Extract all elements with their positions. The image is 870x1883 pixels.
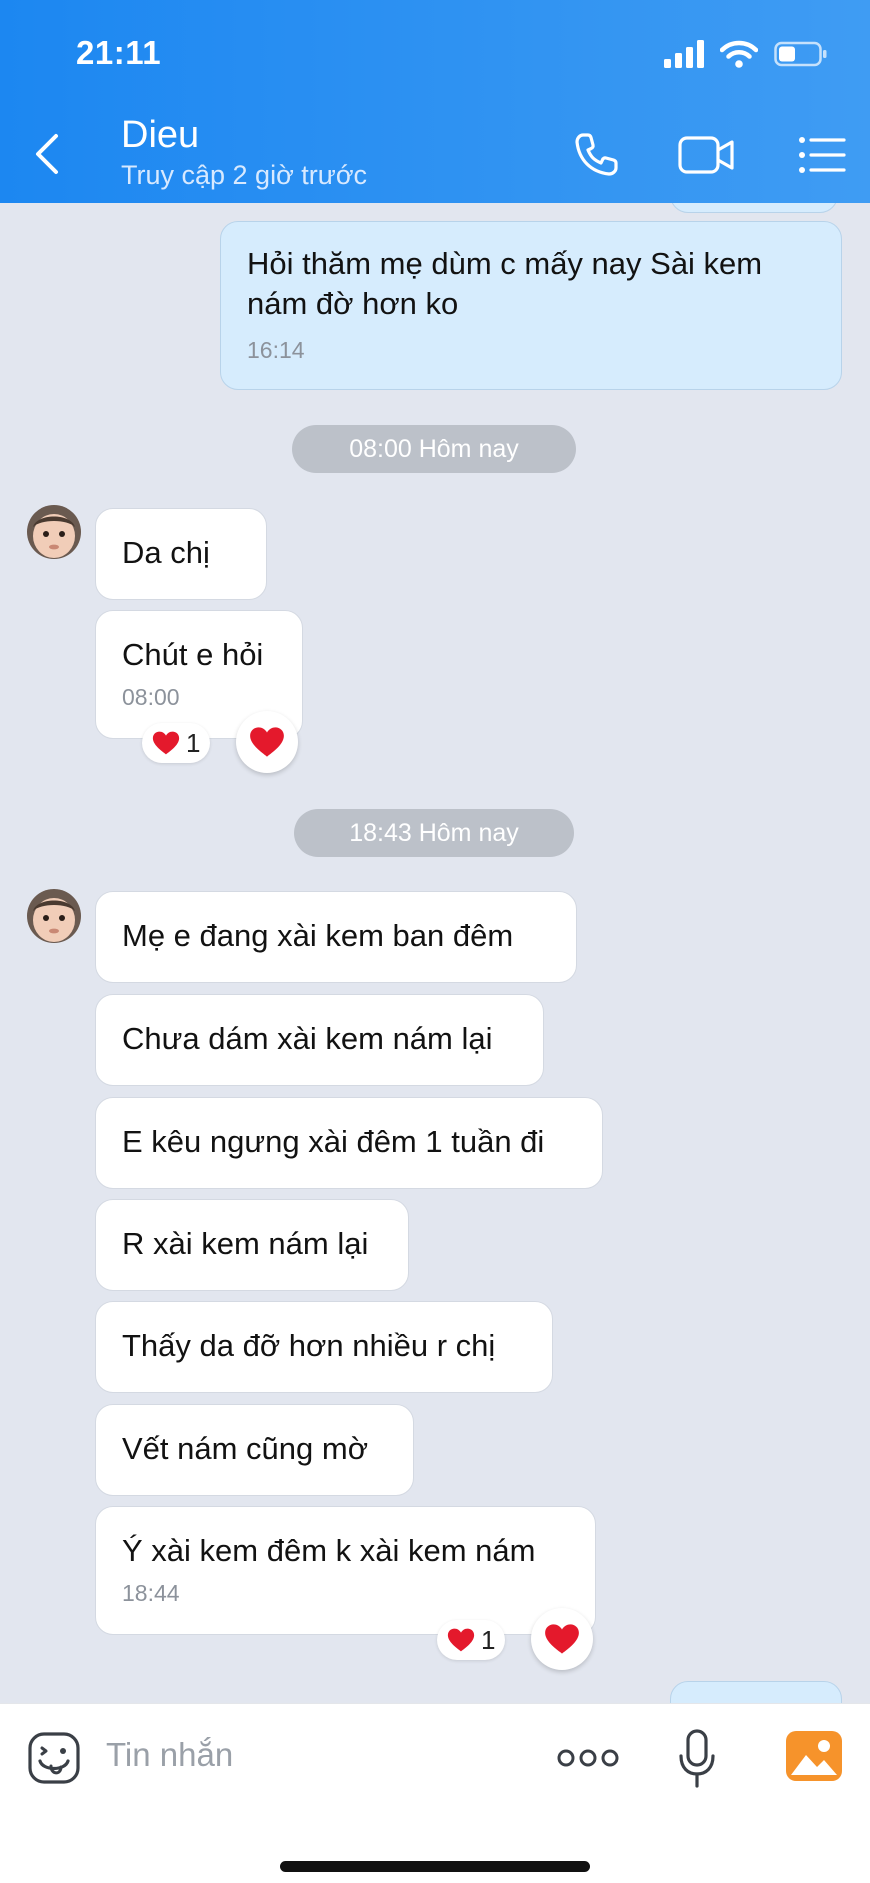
contact-name[interactable]: Dieu xyxy=(121,114,199,157)
message-bubble-incoming[interactable]: Chưa dám xài kem nám lại xyxy=(95,994,544,1086)
message-time: 08:00 xyxy=(122,684,180,710)
heart-icon xyxy=(447,1628,475,1652)
video-icon xyxy=(678,136,734,174)
message-text: Mẹ e đang xài kem ban đêm xyxy=(122,918,514,953)
chat-thread[interactable]: Hỏi thăm mẹ dùm c mấy nay Sài kem nám đờ… xyxy=(0,203,870,1703)
heart-icon xyxy=(250,727,284,757)
reaction-summary[interactable]: 1 xyxy=(142,723,211,763)
wifi-icon xyxy=(720,40,758,68)
back-button[interactable] xyxy=(28,130,68,178)
message-bubble-incoming[interactable]: Thấy da đỡ hơn nhiều r chị xyxy=(95,1301,553,1393)
contact-avatar[interactable] xyxy=(27,889,81,943)
message-time: 16:14 xyxy=(247,337,305,363)
message-bubble-incoming[interactable]: Mẹ e đang xài kem ban đêm xyxy=(95,891,577,983)
image-icon xyxy=(786,1731,842,1781)
status-icons xyxy=(664,40,828,68)
message-bubble-incoming[interactable]: E kêu ngưng xài đêm 1 tuần đi xyxy=(95,1097,603,1189)
react-button[interactable] xyxy=(531,1608,593,1670)
gallery-button[interactable] xyxy=(786,1726,842,1786)
message-text: Chút e hỏi xyxy=(122,637,264,672)
message-text: Hỏi thăm mẹ dùm c mấy nay Sài kem nám đờ… xyxy=(247,246,763,321)
voice-button[interactable] xyxy=(675,1724,719,1794)
message-input[interactable]: Tin nhắn xyxy=(106,1736,233,1774)
heart-icon xyxy=(152,731,180,755)
date-separator: 18:43 Hôm nay xyxy=(294,809,574,857)
message-input-bar: Tin nhắn xyxy=(0,1703,870,1883)
home-indicator xyxy=(280,1861,590,1872)
message-text: Da chị xyxy=(122,535,210,570)
message-bubble-incoming[interactable]: Vết nám cũng mờ xyxy=(95,1404,414,1496)
date-separator: 08:00 Hôm nay xyxy=(292,425,576,473)
back-icon xyxy=(36,134,58,174)
more-button[interactable] xyxy=(556,1728,620,1788)
message-text: E kêu ngưng xài đêm 1 tuần đi xyxy=(122,1124,545,1159)
message-bubble-incoming[interactable]: Ý xài kem đêm k xài kem nám 18:44 xyxy=(95,1506,596,1635)
message-bubble-outgoing[interactable]: Hỏi thăm mẹ dùm c mấy nay Sài kem nám đờ… xyxy=(220,221,842,390)
status-time: 21:11 xyxy=(76,34,162,71)
message-text: Ý xài kem đêm k xài kem nám xyxy=(122,1533,536,1568)
message-bubble-incoming[interactable]: R xài kem nám lại xyxy=(95,1199,409,1291)
call-button[interactable] xyxy=(566,128,626,182)
phone-icon xyxy=(575,133,618,176)
react-button[interactable] xyxy=(236,711,298,773)
message-time: 18:44 xyxy=(122,1580,180,1606)
message-text: Thấy da đỡ hơn nhiều r chị xyxy=(122,1328,496,1363)
baby-face-icon xyxy=(27,505,81,559)
message-text: R xài kem nám lại xyxy=(122,1226,369,1261)
menu-list-icon xyxy=(799,137,846,173)
contact-avatar[interactable] xyxy=(27,505,81,559)
message-bubble-incoming[interactable]: Da chị xyxy=(95,508,267,600)
microphone-icon xyxy=(679,1729,715,1788)
message-bubble-peek xyxy=(670,1681,842,1703)
message-text: Vết nám cũng mờ xyxy=(122,1431,369,1466)
message-bubble-peek xyxy=(670,203,838,213)
baby-face-icon xyxy=(27,889,81,943)
chat-header: 21:11 Dieu Truy cập 2 giờ trước xyxy=(0,0,870,203)
contact-status: Truy cập 2 giờ trước xyxy=(121,160,368,190)
sticker-button[interactable] xyxy=(26,1728,82,1788)
more-icon xyxy=(557,1749,619,1767)
sticker-icon xyxy=(28,1732,80,1784)
reaction-summary[interactable]: 1 xyxy=(437,1620,506,1660)
heart-icon xyxy=(545,1624,579,1654)
signal-icon xyxy=(664,40,704,68)
battery-icon xyxy=(774,41,827,67)
menu-button[interactable] xyxy=(792,128,852,182)
message-text: Chưa dám xài kem nám lại xyxy=(122,1021,493,1056)
reaction-count: 1 xyxy=(186,727,201,758)
reaction-count: 1 xyxy=(481,1624,496,1655)
video-call-button[interactable] xyxy=(677,128,737,182)
